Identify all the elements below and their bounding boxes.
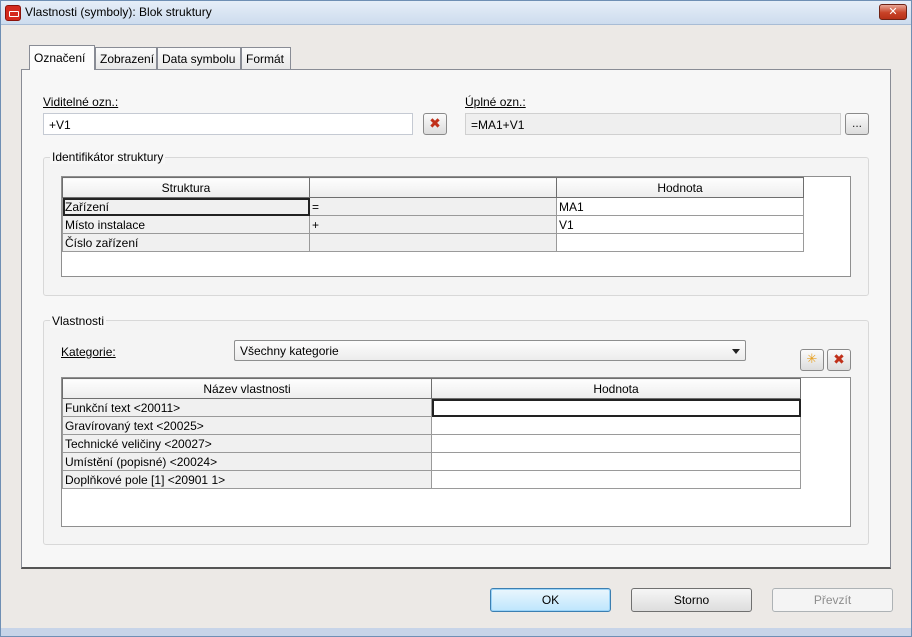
table-row[interactable]: Technické veličiny <20027>	[62, 434, 801, 453]
cell-prefix[interactable]	[309, 233, 557, 252]
table-row[interactable]: Umístění (popisné) <20024>	[62, 452, 801, 471]
cell-property-value[interactable]	[431, 416, 801, 435]
cell-prefix[interactable]: +	[309, 215, 557, 234]
app-icon	[5, 5, 21, 21]
new-property-button[interactable]: ✳	[800, 349, 824, 371]
cell-hodnota[interactable]	[556, 233, 804, 252]
ok-button[interactable]: OK	[490, 588, 611, 612]
column-header-struktura[interactable]: Struktura	[62, 177, 310, 198]
title-bar[interactable]: Vlastnosti (symboly): Blok struktury ✕	[1, 1, 911, 25]
window-bottom-edge	[1, 628, 911, 636]
x-icon: ✖	[833, 351, 845, 367]
cell-property-value[interactable]	[431, 434, 801, 453]
cell-prefix[interactable]: =	[309, 197, 557, 216]
column-header-nazev[interactable]: Název vlastnosti	[62, 378, 432, 399]
cell-property-name[interactable]: Funkční text <20011>	[62, 398, 432, 417]
cell-hodnota[interactable]: MA1	[556, 197, 804, 216]
delete-property-button[interactable]: ✖	[827, 349, 851, 371]
tab-panel: Viditelné ozn.: +V1 ✖ Úplné ozn.: =MA1+V…	[21, 69, 891, 569]
table-row[interactable]: Číslo zařízení	[62, 233, 804, 252]
visible-designation-input[interactable]: +V1	[43, 113, 413, 135]
full-designation-field: =MA1+V1	[465, 113, 841, 135]
close-button[interactable]: ✕	[879, 4, 907, 20]
cell-property-name[interactable]: Doplňkové pole [1] <20901 1>	[62, 470, 432, 489]
cell-struktura[interactable]: Místo instalace	[62, 215, 310, 234]
window-title: Vlastnosti (symboly): Blok struktury	[25, 5, 212, 19]
tab-zobrazeni[interactable]: Zobrazení	[95, 47, 157, 69]
cell-hodnota[interactable]: V1	[556, 215, 804, 234]
cell-struktura[interactable]: Číslo zařízení	[62, 233, 310, 252]
cell-property-name[interactable]: Gravírovaný text <20025>	[62, 416, 432, 435]
browse-button[interactable]: ...	[845, 113, 869, 135]
structure-group-title: Identifikátor struktury	[50, 150, 166, 164]
clear-designation-button[interactable]: ✖	[423, 113, 447, 135]
table-row[interactable]: Funkční text <20011>	[62, 398, 801, 417]
structure-table: Struktura Hodnota Zařízení = MA1 Místo i…	[62, 177, 804, 252]
x-icon: ✖	[429, 115, 441, 131]
cell-struktura[interactable]: Zařízení	[62, 197, 310, 216]
tab-format[interactable]: Formát	[241, 47, 291, 69]
column-header-hodnota[interactable]: Hodnota	[556, 177, 804, 198]
cell-property-value[interactable]	[431, 452, 801, 471]
cell-property-name[interactable]: Technické veličiny <20027>	[62, 434, 432, 453]
table-row[interactable]: Gravírovaný text <20025>	[62, 416, 801, 435]
properties-dialog: Vlastnosti (symboly): Blok struktury ✕ O…	[0, 0, 912, 637]
cell-property-value[interactable]	[431, 470, 801, 489]
structure-grid: Struktura Hodnota Zařízení = MA1 Místo i…	[61, 176, 851, 277]
apply-button[interactable]: Převzít	[772, 588, 893, 612]
table-row[interactable]: Místo instalace + V1	[62, 215, 804, 234]
full-designation-label: Úplné ozn.:	[465, 95, 526, 109]
cell-property-name[interactable]: Umístění (popisné) <20024>	[62, 452, 432, 471]
star-icon: ✳	[806, 351, 818, 366]
cancel-button[interactable]: Storno	[631, 588, 752, 612]
tab-oznaceni[interactable]: Označení	[29, 45, 95, 70]
table-row[interactable]: Zařízení = MA1	[62, 197, 804, 216]
category-label: Kategorie:	[61, 345, 116, 359]
column-header-hodnota[interactable]: Hodnota	[431, 378, 801, 399]
visible-designation-label: Viditelné ozn.:	[43, 95, 119, 109]
category-selected-value: Všechny kategorie	[240, 344, 339, 358]
tab-data-symbolu[interactable]: Data symbolu	[157, 47, 241, 69]
chevron-down-icon	[732, 349, 740, 354]
category-select[interactable]: Všechny kategorie	[234, 340, 746, 361]
properties-grid: Název vlastnosti Hodnota Funkční text <2…	[61, 377, 851, 527]
column-header-blank[interactable]	[309, 177, 557, 198]
table-row[interactable]: Doplňkové pole [1] <20901 1>	[62, 470, 801, 489]
cell-property-value[interactable]	[431, 398, 801, 417]
properties-group-title: Vlastnosti	[50, 314, 107, 328]
properties-table: Název vlastnosti Hodnota Funkční text <2…	[62, 378, 801, 489]
